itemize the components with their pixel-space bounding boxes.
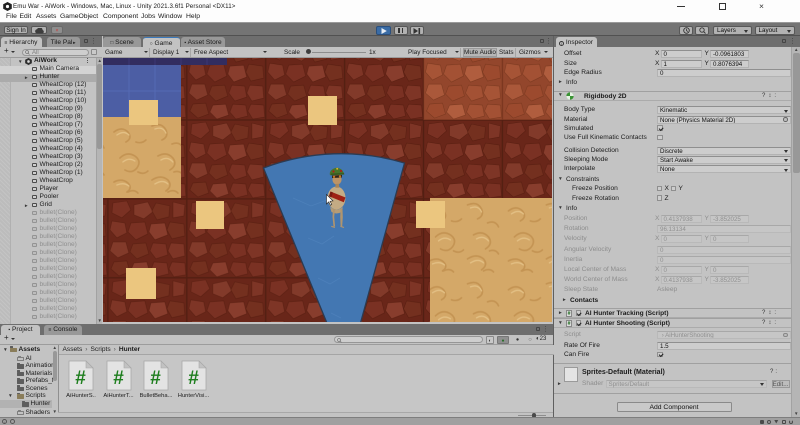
svg-text:#: #: [150, 368, 161, 389]
svg-text:#: #: [75, 368, 86, 389]
svg-text:#: #: [188, 368, 199, 389]
svg-text:#: #: [113, 368, 124, 389]
